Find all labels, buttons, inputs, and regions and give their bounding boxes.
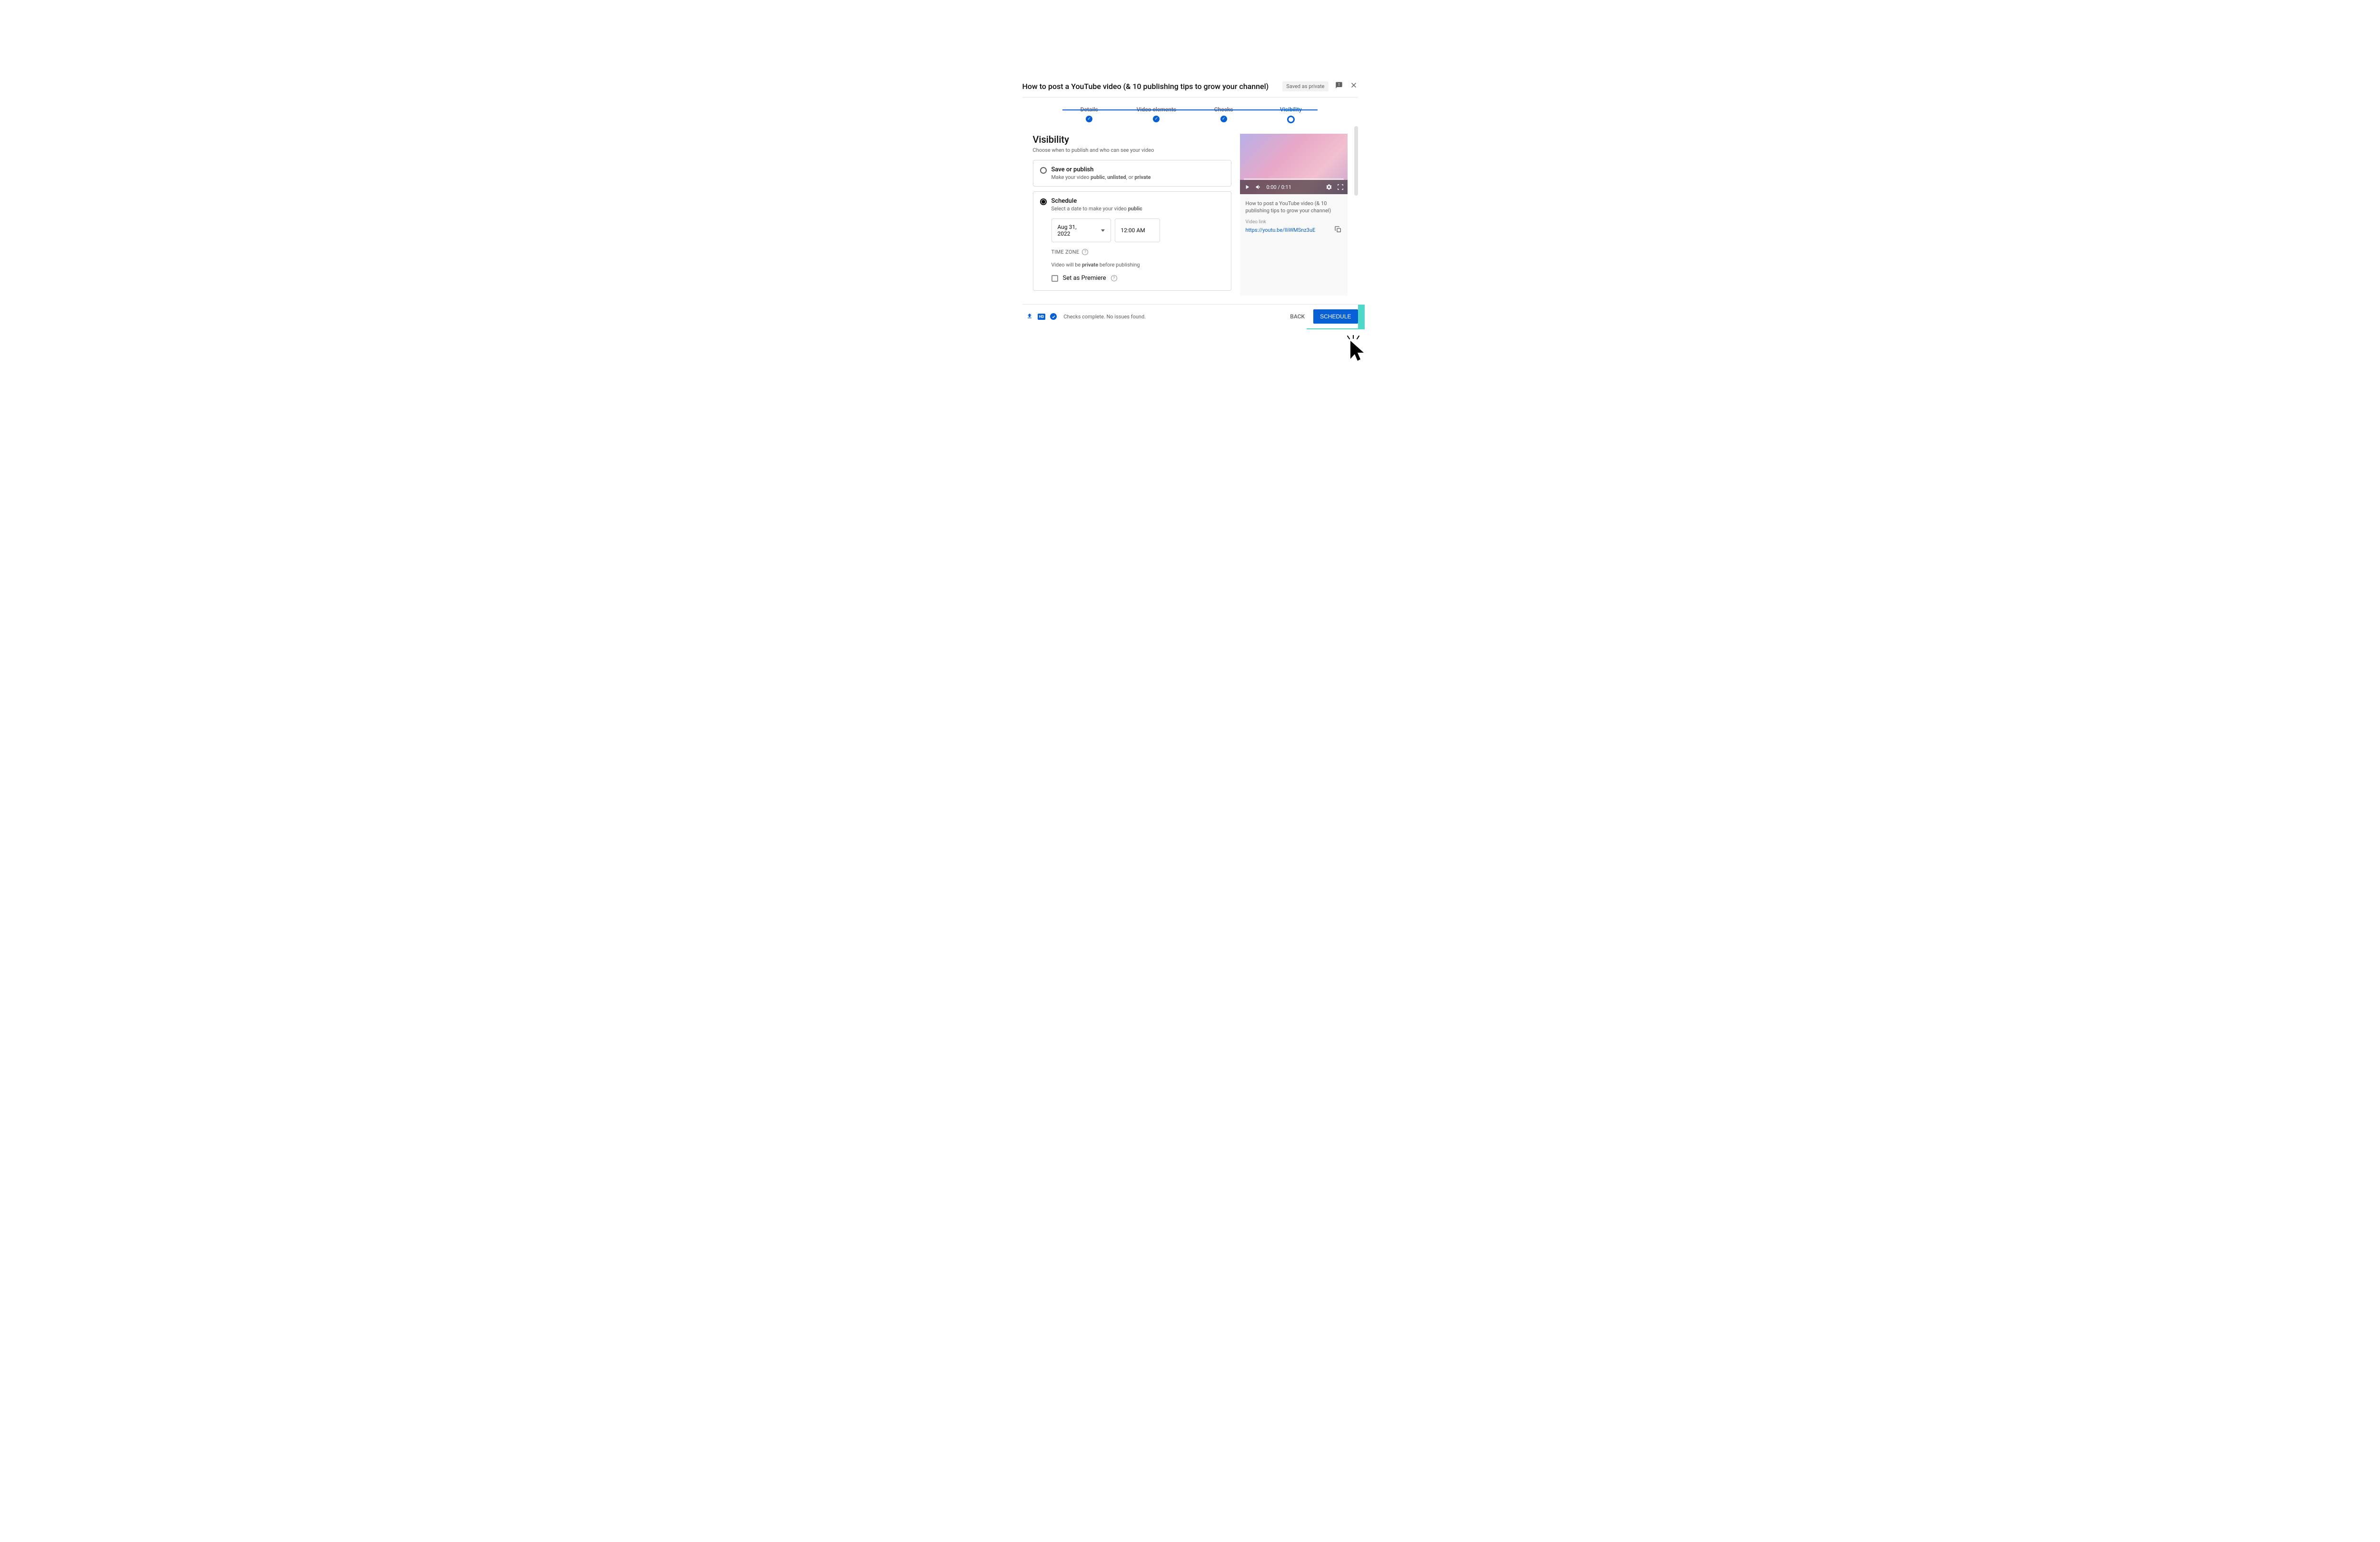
help-icon[interactable]: ? (1111, 275, 1117, 281)
checkbox-icon (1051, 275, 1058, 282)
play-icon[interactable] (1244, 184, 1250, 190)
fullscreen-icon[interactable] (1337, 184, 1344, 190)
option-label: Save or publish (1051, 166, 1151, 173)
volume-icon[interactable] (1255, 184, 1262, 190)
hd-badge-icon: HD (1038, 314, 1046, 320)
save-or-publish-option[interactable]: Save or publish Make your video public, … (1033, 160, 1231, 187)
progress-stepper: Details ✓ Video elements ✓ Checks ✓ Visi… (1022, 98, 1358, 123)
upload-icon[interactable] (1026, 312, 1033, 321)
schedule-button[interactable]: SCHEDULE (1313, 309, 1358, 324)
close-icon[interactable] (1349, 81, 1358, 91)
checks-status-text: Checks complete. No issues found. (1063, 314, 1290, 320)
chevron-down-icon (1101, 229, 1105, 232)
date-picker[interactable]: Aug 31, 2022 (1051, 218, 1111, 242)
premiere-label: Set as Premiere (1063, 275, 1106, 282)
step-visibility[interactable]: Visibility (1257, 106, 1324, 123)
step-details[interactable]: Details ✓ (1056, 106, 1123, 123)
saved-status-badge: Saved as private (1282, 81, 1328, 91)
video-thumbnail[interactable]: 0:00 / 0:11 (1240, 134, 1348, 194)
section-subtitle: Choose when to publish and who can see y… (1033, 147, 1231, 153)
time-picker[interactable]: 12:00 AM (1115, 218, 1160, 242)
section-title: Visibility (1033, 134, 1231, 145)
video-link[interactable]: https://youtu.be/IIiWMSnz3uE (1246, 227, 1316, 233)
gear-icon[interactable] (1326, 184, 1332, 190)
premiere-checkbox-row[interactable]: Set as Premiere ? (1051, 275, 1224, 282)
option-label: Schedule (1051, 198, 1142, 205)
upload-dialog: How to post a YouTube video (& 10 publis… (1022, 81, 1358, 328)
step-video-elements[interactable]: Video elements ✓ (1123, 106, 1190, 123)
help-icon[interactable]: ? (1082, 249, 1088, 255)
dialog-header: How to post a YouTube video (& 10 publis… (1022, 81, 1358, 98)
dialog-footer: HD Checks complete. No issues found. BAC… (1022, 304, 1358, 328)
radio-icon (1040, 198, 1047, 205)
copy-icon[interactable] (1334, 226, 1342, 235)
option-description: Select a date to make your video public (1051, 206, 1142, 212)
cursor-annotation (1345, 335, 1366, 366)
step-checks[interactable]: Checks ✓ (1190, 106, 1257, 123)
video-preview-panel: 0:00 / 0:11 How to post a YouTube video … (1240, 134, 1348, 296)
check-circle-icon (1050, 313, 1057, 320)
video-link-label: Video link (1246, 219, 1342, 225)
back-button[interactable]: BACK (1290, 313, 1305, 320)
option-description: Make your video public, unlisted, or pri… (1051, 174, 1151, 180)
time-value: 12:00 AM (1121, 227, 1145, 234)
schedule-option[interactable]: Schedule Select a date to make your vide… (1033, 191, 1231, 291)
dialog-content: Visibility Choose when to publish and wh… (1022, 123, 1358, 296)
preview-video-title: How to post a YouTube video (& 10 publis… (1246, 200, 1342, 215)
video-time: 0:00 / 0:11 (1267, 184, 1321, 190)
radio-icon (1040, 167, 1047, 174)
private-note: Video will be private before publishing (1051, 262, 1224, 268)
date-value: Aug 31, 2022 (1058, 224, 1090, 237)
scrollbar[interactable] (1354, 126, 1358, 196)
dialog-title: How to post a YouTube video (& 10 publis… (1022, 82, 1283, 91)
feedback-icon[interactable] (1335, 81, 1343, 91)
timezone-row[interactable]: TIME ZONE ? (1051, 249, 1224, 255)
